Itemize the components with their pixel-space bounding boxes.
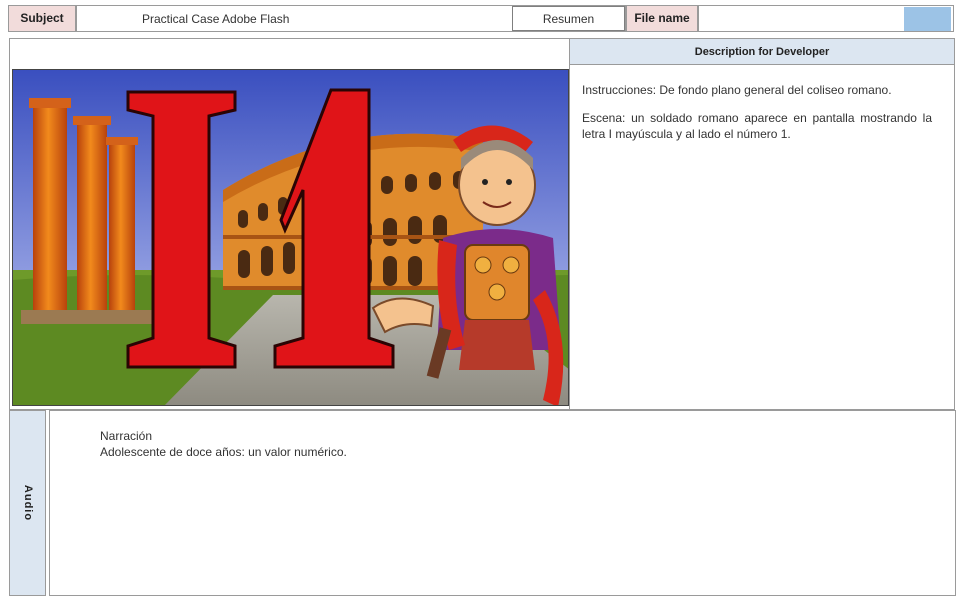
subject-label: Subject — [8, 5, 76, 32]
file-name-label: File name — [626, 5, 698, 32]
narration-title: Narración — [100, 429, 153, 443]
panel-divider — [569, 65, 570, 410]
coliseum-scene-image — [13, 70, 568, 405]
narration-block: Narración Adolescente de doce años: un v… — [100, 428, 347, 460]
instructions-text: Instrucciones: De fondo plano general de… — [582, 83, 892, 97]
audio-label: Audio — [9, 410, 46, 596]
subject-value: Practical Case Adobe Flash — [142, 12, 290, 26]
narration-text: Adolescente de doce años: un valor numér… — [100, 445, 347, 459]
resumen-button[interactable]: Resumen — [512, 6, 625, 31]
description-header: Description for Developer — [569, 38, 955, 65]
color-swatch — [904, 7, 951, 31]
audio-panel: Narración Adolescente de doce años: un v… — [49, 410, 956, 596]
scene-text: Escena: un soldado romano aparece en pan… — [582, 111, 932, 141]
audio-label-text: Audio — [21, 484, 34, 522]
scene-illustration — [12, 69, 569, 406]
description-body: Instrucciones: De fondo plano general de… — [582, 82, 932, 154]
